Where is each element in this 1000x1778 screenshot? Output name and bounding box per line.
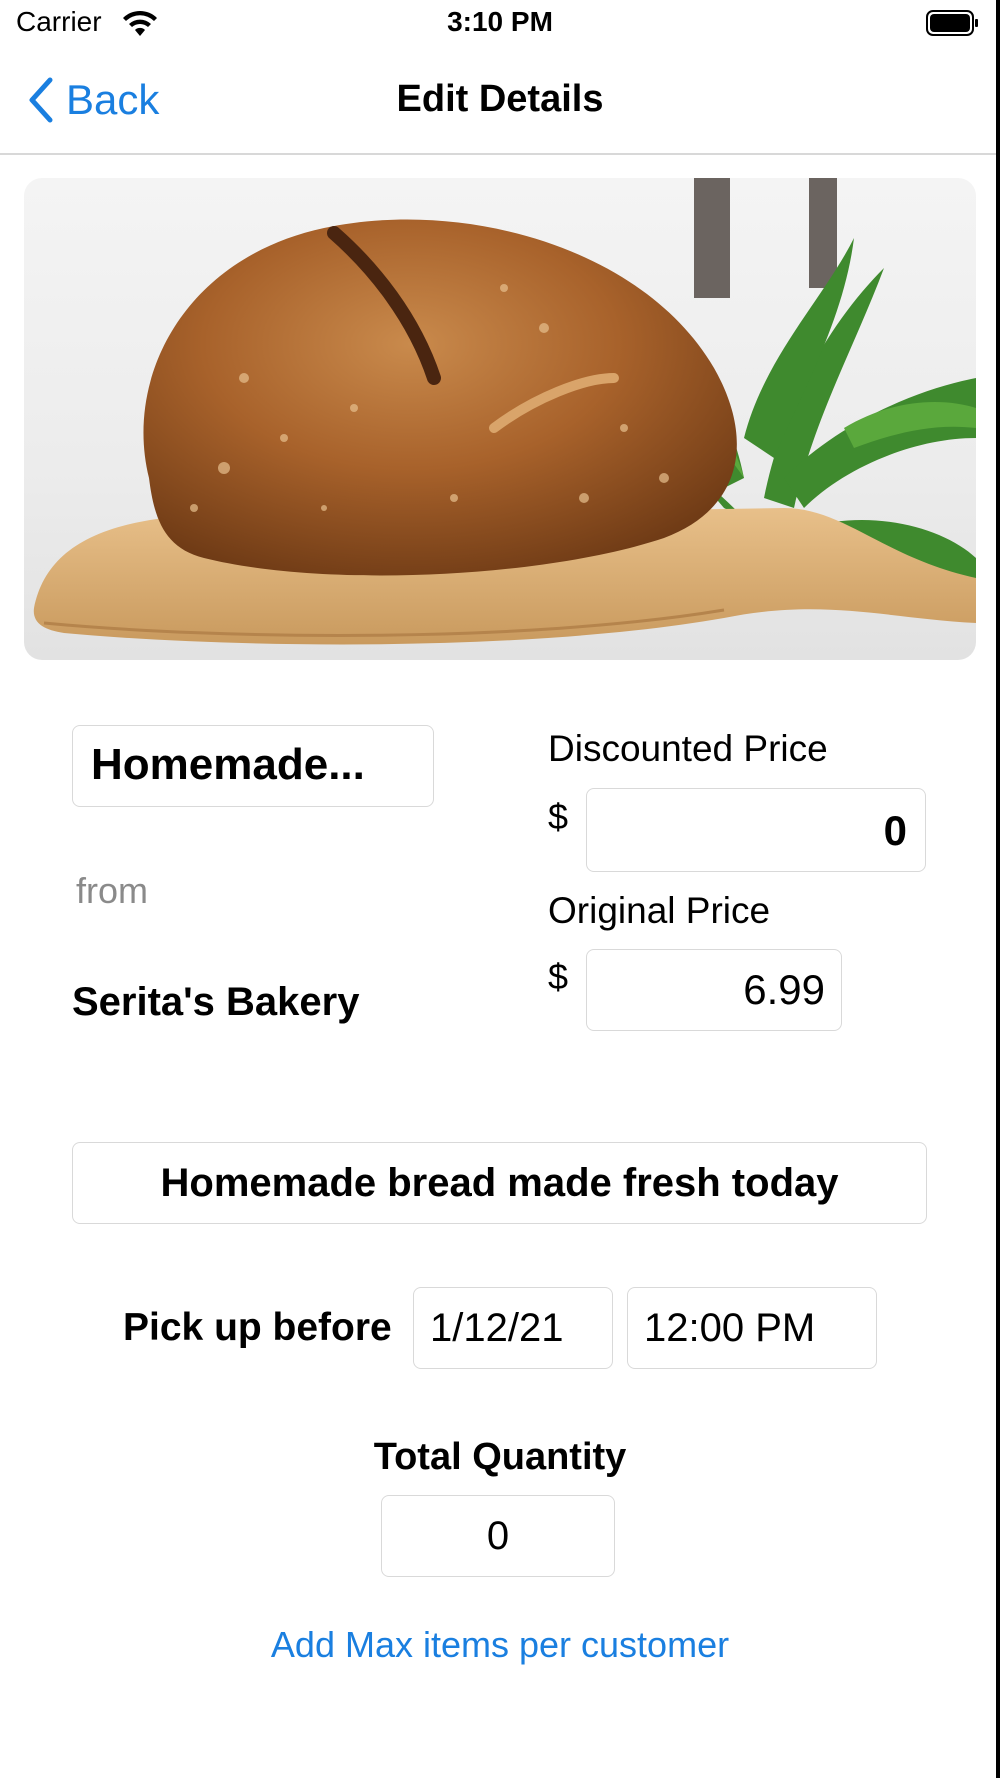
total-quantity-field[interactable]: 0 <box>381 1495 615 1577</box>
item-name-field[interactable]: Homemade... <box>72 725 434 807</box>
description-field[interactable]: Homemade bread made fresh today <box>72 1142 927 1224</box>
status-time: 3:10 PM <box>447 6 553 37</box>
from-label: from <box>76 870 148 911</box>
battery-icon <box>926 10 980 36</box>
currency-symbol: $ <box>548 956 569 997</box>
add-max-items-link[interactable]: Add Max items per customer <box>0 1624 1000 1666</box>
screen-edge <box>996 0 1000 1778</box>
discounted-price-label: Discounted Price <box>548 728 828 769</box>
total-quantity-label: Total Quantity <box>373 1436 627 1478</box>
pickup-date-field[interactable]: 1/12/21 <box>413 1287 613 1369</box>
store-name: Serita's Bakery <box>72 980 360 1024</box>
currency-symbol: $ <box>548 796 569 837</box>
nav-divider <box>0 153 996 155</box>
original-price-field[interactable]: 6.99 <box>586 949 842 1031</box>
product-photo[interactable] <box>24 178 976 660</box>
page-title: Edit Details <box>396 78 604 120</box>
discounted-price-field[interactable]: 0 <box>586 788 926 872</box>
pickup-label: Pick up before <box>123 1306 392 1349</box>
pickup-time-field[interactable]: 12:00 PM <box>627 1287 877 1369</box>
original-price-label: Original Price <box>548 890 771 931</box>
